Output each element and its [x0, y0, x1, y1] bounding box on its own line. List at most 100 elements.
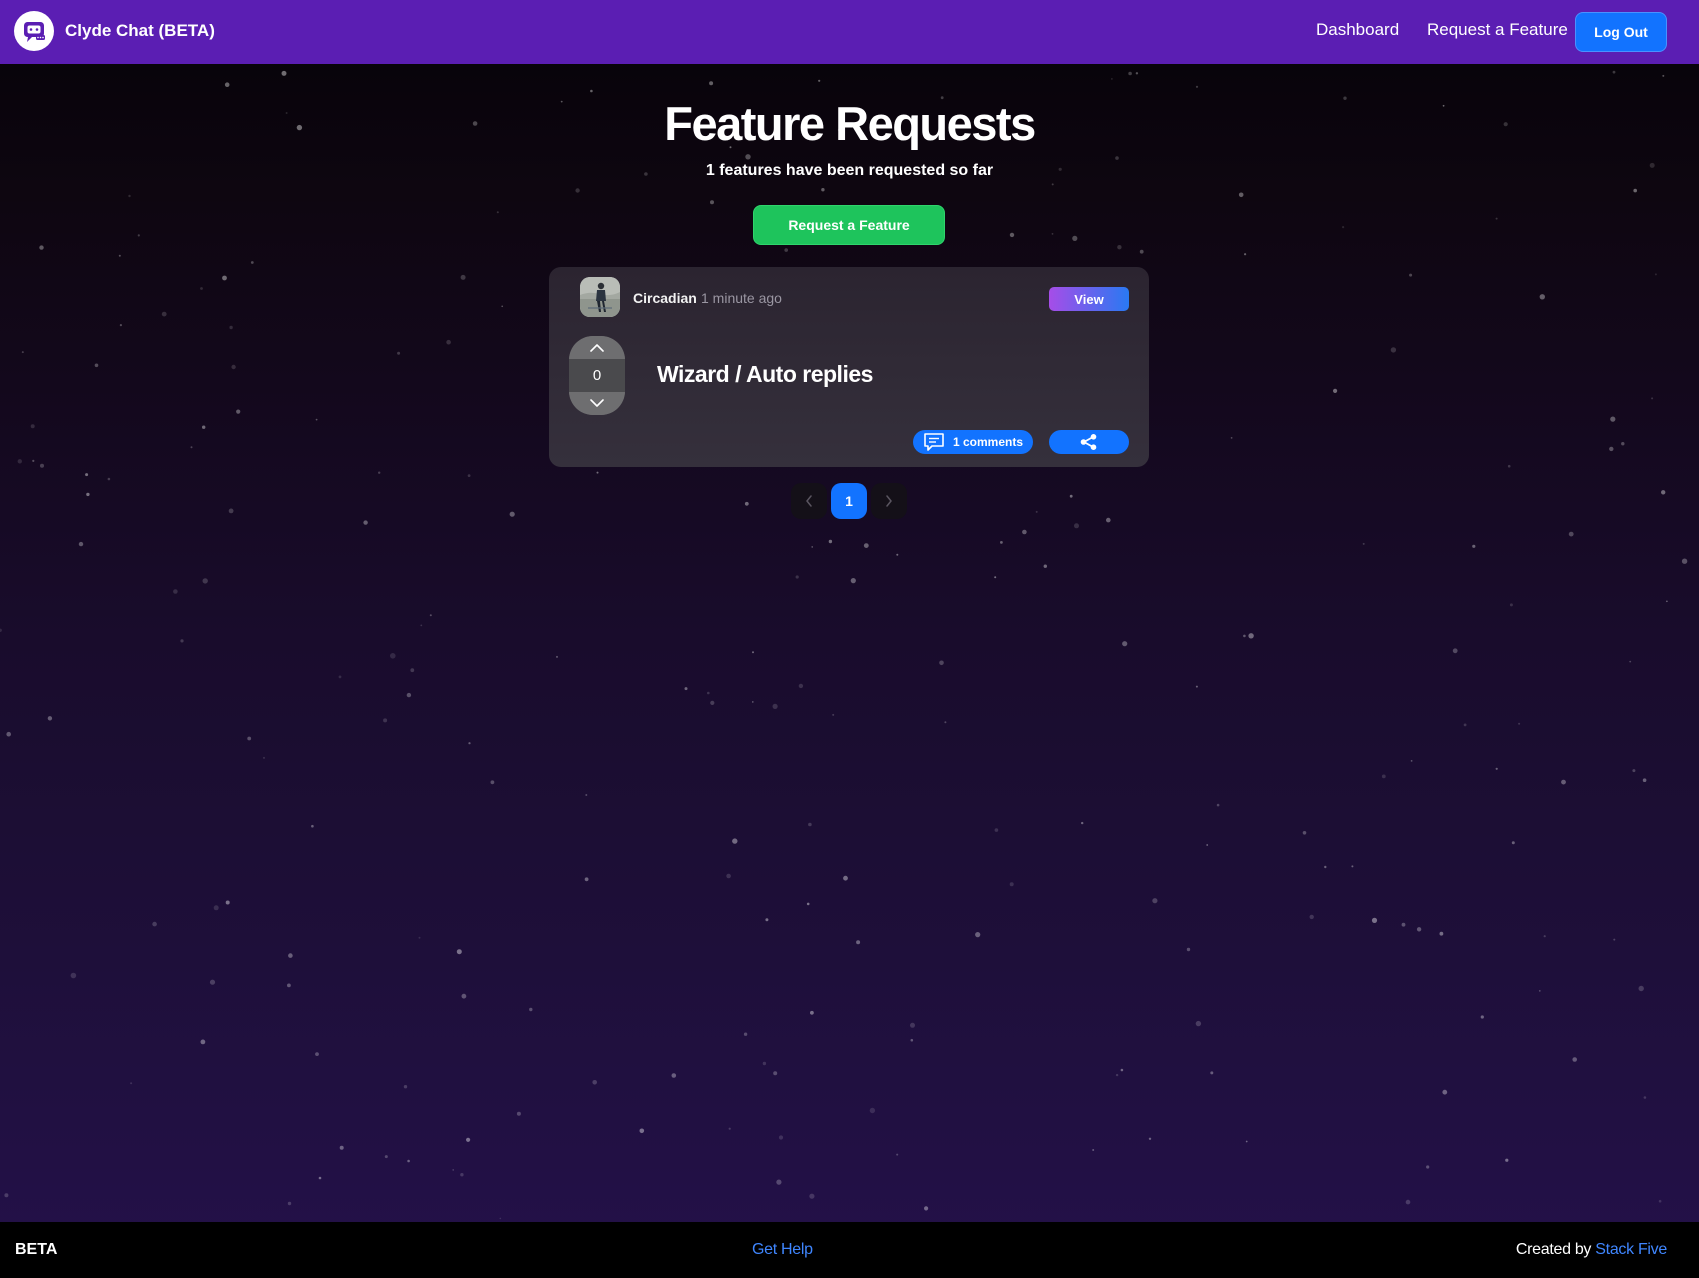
star-dot — [287, 983, 291, 988]
star-dot — [585, 794, 588, 796]
star-dot — [509, 511, 515, 517]
request-feature-button[interactable]: Request a Feature — [753, 205, 945, 245]
star-dot — [776, 1179, 782, 1185]
star-dot — [490, 780, 495, 785]
star-dot — [1135, 72, 1139, 75]
star-dot — [460, 1173, 464, 1177]
star-dot — [1568, 531, 1574, 537]
star-dot — [752, 651, 754, 654]
stack-five-link[interactable]: Stack Five — [1595, 1241, 1667, 1258]
star-dot — [229, 325, 233, 330]
star-dot — [1009, 232, 1015, 238]
star-dot — [994, 828, 999, 832]
star-dot — [596, 471, 599, 474]
star-dot — [496, 211, 499, 214]
nav-dashboard-link[interactable]: Dashboard — [1316, 20, 1399, 40]
get-help-link[interactable]: Get Help — [752, 1241, 813, 1259]
star-dot — [107, 477, 111, 481]
star-dot — [1518, 722, 1521, 725]
chevron-left-icon — [806, 495, 812, 507]
star-dot — [1416, 927, 1422, 932]
star-dot — [1426, 1165, 1430, 1169]
star-dot — [743, 1032, 748, 1036]
star-dot — [1139, 249, 1144, 254]
star-dot — [231, 364, 236, 370]
pagination-previous-button[interactable] — [791, 483, 827, 519]
star-dot — [1409, 273, 1413, 277]
star-dot — [1405, 1199, 1411, 1205]
star-dot — [173, 589, 178, 594]
pagination-page-1[interactable]: 1 — [831, 483, 867, 519]
comments-count-label: 1 comments — [952, 435, 1024, 449]
request-timestamp: 1 minute ago — [701, 290, 782, 306]
star-dot — [811, 546, 813, 548]
star-dot — [1333, 388, 1338, 393]
star-dot — [1022, 529, 1027, 535]
comments-button[interactable]: 1 comments — [913, 430, 1033, 454]
downvote-button[interactable] — [569, 392, 625, 415]
star-dot — [1216, 803, 1220, 807]
star-dot — [745, 154, 751, 160]
share-button[interactable] — [1049, 430, 1129, 454]
star-dot — [1043, 564, 1048, 568]
star-dot — [1122, 641, 1128, 647]
logout-button[interactable]: Log Out — [1575, 12, 1667, 52]
brand-name: Clyde Chat (BETA) — [65, 21, 215, 40]
star-dot — [338, 675, 342, 679]
star-dot — [1111, 78, 1113, 80]
feature-request-title[interactable]: Wizard / Auto replies — [657, 361, 873, 388]
star-dot — [556, 655, 558, 658]
star-dot — [773, 1071, 778, 1076]
star-dot — [732, 838, 738, 844]
star-dot — [315, 418, 318, 421]
brand-home-link[interactable]: Clyde Chat (BETA) — [14, 11, 215, 51]
view-request-button[interactable]: View — [1049, 287, 1129, 311]
star-dot — [910, 1038, 914, 1042]
star-dot — [130, 1082, 133, 1085]
star-dot — [1613, 938, 1616, 941]
star-dot — [798, 683, 804, 689]
star-dot — [390, 653, 396, 659]
upvote-button[interactable] — [569, 336, 625, 359]
star-dot — [161, 311, 167, 317]
star-dot — [863, 543, 869, 548]
star-dot — [1610, 416, 1616, 422]
star-dot — [213, 905, 219, 911]
star-dot — [575, 188, 580, 193]
star-dot — [403, 1085, 408, 1089]
star-dot — [1206, 844, 1209, 846]
beta-label: BETA — [15, 1241, 58, 1258]
star-dot — [1195, 1020, 1202, 1027]
star-dot — [200, 287, 203, 290]
star-dot — [78, 541, 84, 547]
star-dot — [778, 1135, 784, 1140]
request-author[interactable]: Circadian — [633, 290, 697, 306]
star-dot — [1390, 347, 1397, 353]
star-dot — [795, 575, 799, 579]
star-dot — [744, 501, 749, 506]
star-dot — [407, 1159, 410, 1163]
star-dot — [499, 1217, 502, 1220]
star-dot — [1609, 446, 1614, 452]
star-dot — [762, 1061, 767, 1066]
star-dot — [1244, 253, 1247, 256]
star-dot — [410, 668, 415, 673]
star-dot — [209, 979, 216, 985]
star-dot — [1463, 723, 1467, 727]
star-dot — [1638, 985, 1644, 992]
star-dot — [119, 324, 122, 327]
star-dot — [202, 578, 208, 584]
top-navbar: Clyde Chat (BETA) Dashboard Request a Fe… — [0, 0, 1699, 64]
star-dot — [1439, 931, 1444, 936]
star-dot — [128, 194, 131, 198]
star-dot — [383, 718, 388, 723]
star-dot — [200, 1039, 206, 1045]
star-dot — [281, 70, 287, 76]
star-dot — [1351, 865, 1354, 868]
star-dot — [429, 614, 432, 617]
star-dot — [1509, 603, 1513, 607]
pagination-next-button[interactable] — [871, 483, 907, 519]
star-dot — [202, 425, 206, 429]
nav-request-feature-link[interactable]: Request a Feature — [1427, 20, 1568, 40]
star-dot — [47, 716, 53, 721]
